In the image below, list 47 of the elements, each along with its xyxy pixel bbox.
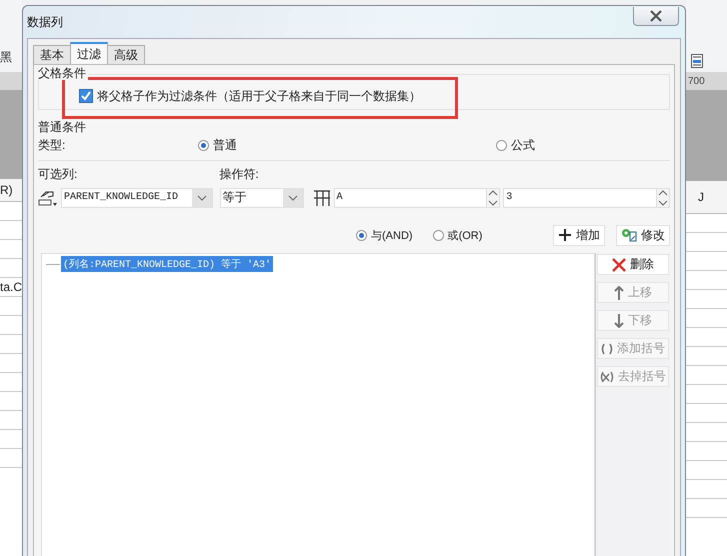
- radio-label[interactable]: 与(AND): [371, 228, 413, 242]
- cell-text: ta.C: [0, 280, 22, 294]
- column-header: R): [0, 183, 13, 197]
- parentheses-icon: [601, 342, 613, 354]
- radio-button[interactable]: [198, 140, 209, 150]
- radio-button[interactable]: [496, 140, 507, 150]
- tab[interactable]: 基本: [33, 45, 71, 64]
- chevron-down-icon: [288, 194, 298, 200]
- chevron-down-icon: [196, 194, 207, 200]
- column-header: J: [698, 190, 704, 204]
- radio-label[interactable]: 或(OR): [448, 228, 482, 242]
- spinner-icon[interactable]: [488, 188, 498, 206]
- column-dropdown[interactable]: PARENT_KNOWLEDGE_ID: [60, 188, 213, 208]
- parentheses-cross-icon: [600, 370, 614, 382]
- ruler-label: 700: [687, 76, 705, 86]
- font-name-text: 黑: [0, 49, 12, 66]
- align-icon[interactable]: [691, 54, 703, 68]
- window-title: 数据列: [27, 14, 63, 30]
- group-label: 父格条件: [38, 66, 88, 80]
- value-field[interactable]: 3: [503, 188, 670, 208]
- type-label: 类型:: [38, 136, 66, 154]
- group-label: 普通条件: [38, 120, 86, 134]
- tab[interactable]: 过滤: [70, 42, 108, 64]
- plus-icon: [558, 228, 572, 242]
- radio-label[interactable]: 普通: [213, 136, 237, 154]
- radio-label[interactable]: 公式: [511, 136, 535, 154]
- value-field[interactable]: A: [334, 188, 500, 208]
- operator-dropdown[interactable]: 等于: [220, 188, 304, 208]
- radio-button[interactable]: [356, 230, 367, 240]
- condition-item[interactable]: (列名:PARENT_KNOWLEDGE_ID) 等于 'A3': [61, 256, 274, 272]
- action-button[interactable]: 修改: [616, 224, 670, 246]
- ruler: [0, 72, 22, 91]
- cell-grid-icon[interactable]: [312, 188, 331, 206]
- gear-edit-icon: [621, 228, 637, 242]
- column-label: 可选列:: [38, 166, 78, 182]
- tab[interactable]: 高级: [107, 45, 145, 64]
- cross-icon: [612, 258, 626, 272]
- checkbox[interactable]: [79, 89, 93, 103]
- operator-label: 操作符:: [219, 166, 259, 182]
- close-button[interactable]: [633, 6, 679, 26]
- arrow-up-icon: [614, 286, 624, 300]
- action-button[interactable]: 增加: [553, 224, 605, 246]
- spinner-icon[interactable]: [658, 188, 668, 206]
- arrow-down-icon: [614, 314, 624, 328]
- close-icon: [649, 10, 663, 22]
- radio-button[interactable]: [432, 230, 444, 240]
- side-button[interactable]: 删除: [597, 254, 669, 275]
